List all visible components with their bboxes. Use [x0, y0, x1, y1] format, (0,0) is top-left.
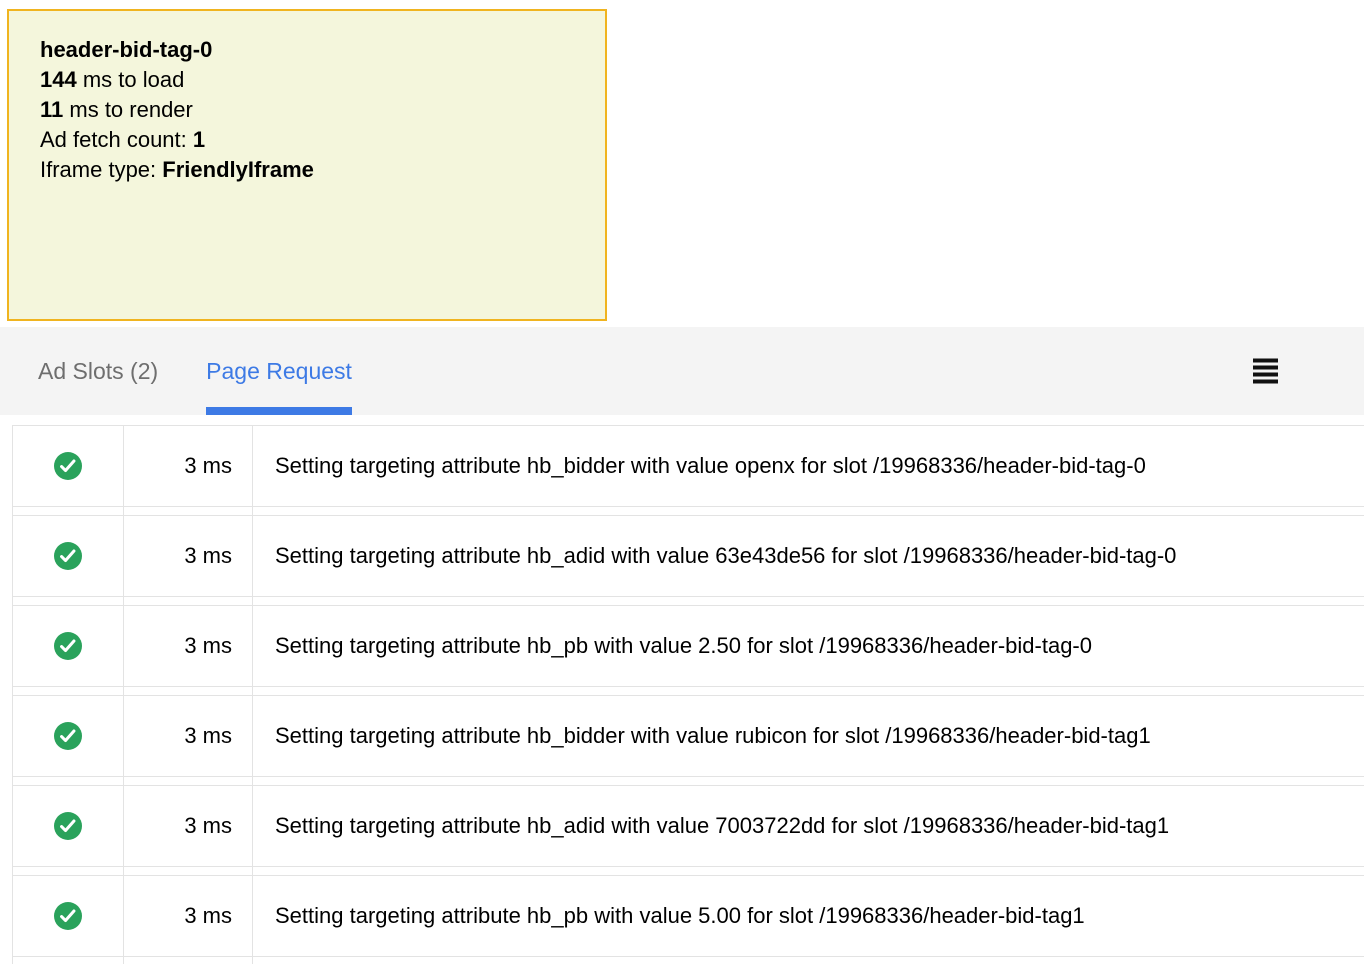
- status-cell: [12, 812, 123, 840]
- status-cell: [12, 452, 123, 480]
- log-message: Setting targeting attribute hb_adid with…: [252, 813, 1364, 839]
- check-circle-icon: [54, 632, 82, 660]
- status-cell: [12, 542, 123, 570]
- slot-info-box: header-bid-tag-0 144 ms to load 11 ms to…: [7, 9, 607, 321]
- menu-bar: [1253, 359, 1278, 363]
- check-circle-icon: [54, 902, 82, 930]
- column-divider: [252, 425, 253, 964]
- log-time: 3 ms: [123, 903, 252, 929]
- log-row: 3 ms Setting targeting attribute hb_pb w…: [12, 605, 1364, 687]
- page-request-log: 3 ms Setting targeting attribute hb_bidd…: [0, 425, 1364, 964]
- log-time: 3 ms: [123, 723, 252, 749]
- log-message: Setting targeting attribute hb_adid with…: [252, 543, 1364, 569]
- column-divider: [123, 425, 124, 964]
- status-cell: [12, 632, 123, 660]
- menu-bar: [1253, 380, 1278, 384]
- log-message: Setting targeting attribute hb_pb with v…: [252, 633, 1364, 659]
- check-circle-icon: [54, 812, 82, 840]
- slot-load-time: 144 ms to load: [40, 65, 585, 95]
- check-circle-icon: [54, 452, 82, 480]
- console-tab-bar: Ad Slots (2) Page Request: [0, 327, 1364, 415]
- log-row: 3 ms Setting targeting attribute hb_bidd…: [12, 695, 1364, 777]
- tab-ad-slots[interactable]: Ad Slots (2): [38, 327, 158, 415]
- log-message: Setting targeting attribute hb_pb with v…: [252, 903, 1364, 929]
- log-row: 3 ms Setting targeting attribute hb_pb w…: [12, 875, 1364, 957]
- slot-iframe-type: Iframe type: FriendlyIframe: [40, 155, 585, 185]
- log-time: 3 ms: [123, 543, 252, 569]
- tab-page-request[interactable]: Page Request: [206, 327, 352, 415]
- slot-title: header-bid-tag-0: [40, 35, 585, 65]
- log-message: Setting targeting attribute hb_bidder wi…: [252, 723, 1364, 749]
- check-circle-icon: [54, 542, 82, 570]
- log-message: Setting targeting attribute hb_bidder wi…: [252, 453, 1364, 479]
- log-time: 3 ms: [123, 633, 252, 659]
- column-divider: [12, 425, 13, 964]
- status-cell: [12, 722, 123, 750]
- slot-render-time: 11 ms to render: [40, 95, 585, 125]
- hamburger-menu-icon[interactable]: [1253, 359, 1278, 384]
- log-time: 3 ms: [123, 813, 252, 839]
- menu-bar: [1253, 366, 1278, 370]
- log-row: 3 ms Setting targeting attribute hb_adid…: [12, 515, 1364, 597]
- menu-bar: [1253, 373, 1278, 377]
- check-circle-icon: [54, 722, 82, 750]
- status-cell: [12, 902, 123, 930]
- log-row: 3 ms Setting targeting attribute hb_bidd…: [12, 425, 1364, 507]
- slot-fetch-count: Ad fetch count: 1: [40, 125, 585, 155]
- log-time: 3 ms: [123, 453, 252, 479]
- log-row: 3 ms Setting targeting attribute hb_adid…: [12, 785, 1364, 867]
